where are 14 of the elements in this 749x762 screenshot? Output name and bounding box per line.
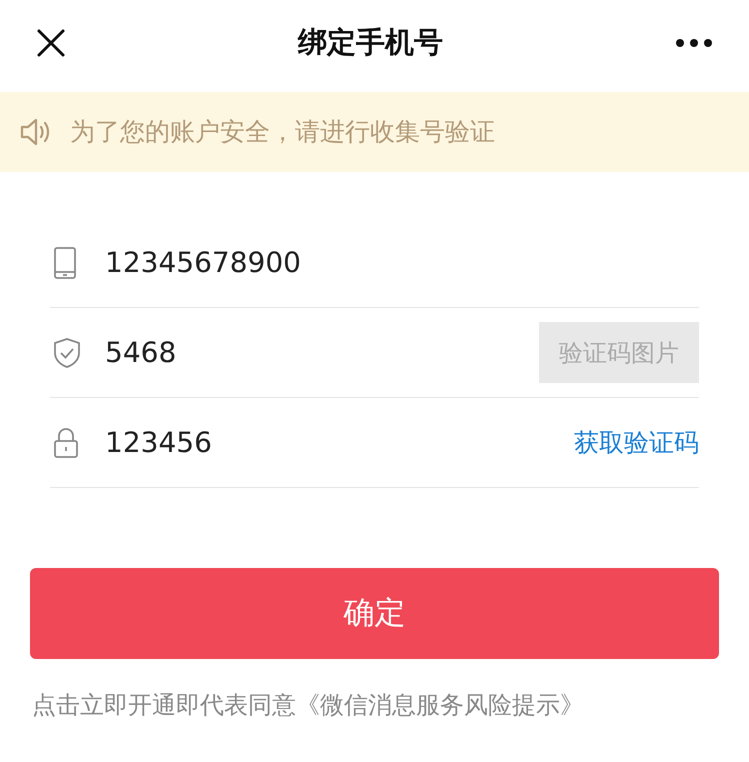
input-field[interactable]: 123456 (105, 418, 574, 468)
notice-text: 为了您的账户安全，请进行收集号验证 (70, 116, 495, 148)
lock-icon (53, 426, 79, 458)
phone-icon (53, 246, 77, 278)
confirm-button[interactable]: 确定 (30, 568, 719, 659)
speaker-icon (20, 117, 52, 147)
get-code-link[interactable]: 获取验证码 (574, 424, 699, 462)
more-icon[interactable] (675, 38, 713, 48)
close-icon[interactable] (36, 28, 66, 58)
shield-check-icon (53, 336, 81, 368)
input-field[interactable]: 5468 (105, 328, 539, 378)
agreement-text: 点击立即开通即代表同意《微信消息服务风险提示》 (31, 690, 585, 721)
input-field[interactable]: 12345678900 (105, 238, 699, 288)
page-title: 绑定手机号 (298, 24, 443, 61)
